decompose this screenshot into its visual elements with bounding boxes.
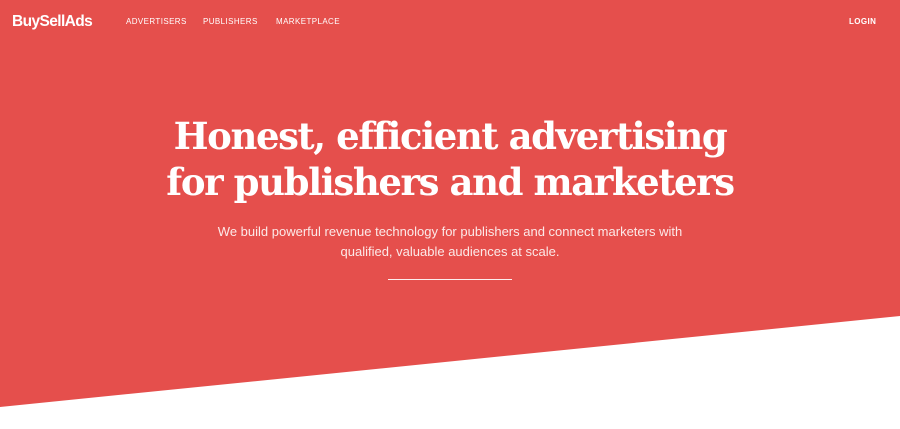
buysellads-logo[interactable]: BuySellAds <box>12 12 93 32</box>
nav-publishers-link[interactable]: PUBLISHERS <box>203 17 258 27</box>
top-navigation: BuySellAds ADVERTISERS PUBLISHERS MARKET… <box>0 0 900 44</box>
login-link[interactable]: LOGIN <box>849 17 876 27</box>
hero-divider <box>388 279 512 280</box>
hero-headline-line-1: Honest, efficient advertising <box>173 114 728 158</box>
hero-headline: Honest, efficient advertising for publis… <box>0 113 900 205</box>
hero-subtitle-line-2: qualified, valuable audiences at scale. <box>340 244 560 259</box>
hero-headline-line-2: for publishers and marketers <box>166 160 735 204</box>
nav-advertisers-link[interactable]: ADVERTISERS <box>126 17 187 27</box>
hero-section: BuySellAds ADVERTISERS PUBLISHERS MARKET… <box>0 0 900 429</box>
nav-marketplace-link[interactable]: MARKETPLACE <box>276 17 340 27</box>
hero-subtitle: We build powerful revenue technology for… <box>190 222 710 262</box>
hero-subtitle-line-1: We build powerful revenue technology for… <box>217 224 683 239</box>
hero-background <box>0 0 900 407</box>
